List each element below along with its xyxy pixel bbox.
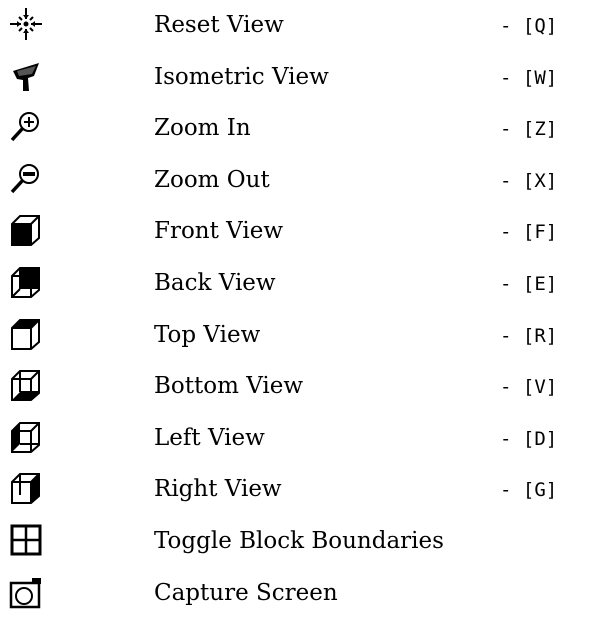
command-label: Front View xyxy=(154,218,284,245)
command-label: Left View xyxy=(154,424,265,451)
command-shortcut: - [R] xyxy=(500,324,558,347)
zoom-out-icon[interactable] xyxy=(8,161,44,197)
command-row-right-view[interactable]: Right View - [G] xyxy=(0,464,602,516)
command-shortcut: - [X] xyxy=(500,169,558,192)
command-shortcut: - [Q] xyxy=(500,15,558,37)
command-label: Isometric View xyxy=(154,63,329,90)
command-label: Back View xyxy=(154,270,276,296)
command-shortcut: - [D] xyxy=(500,427,558,450)
command-label: Toggle Block Boundaries xyxy=(154,528,444,554)
command-label: Zoom In xyxy=(154,115,251,142)
command-row-front-view[interactable]: Front View - [F] xyxy=(0,206,602,258)
command-label: Bottom View xyxy=(154,373,304,400)
command-label: Top View xyxy=(154,321,261,348)
block-boundaries-icon[interactable] xyxy=(8,522,44,558)
command-shortcut: - [W] xyxy=(500,66,558,89)
top-view-icon[interactable] xyxy=(8,316,44,352)
isometric-view-icon[interactable] xyxy=(8,58,44,94)
left-view-icon[interactable] xyxy=(8,419,44,455)
command-row-capture-screen[interactable]: Capture Screen xyxy=(0,568,602,619)
bottom-view-icon[interactable] xyxy=(8,367,44,403)
command-row-bottom-view[interactable]: Bottom View - [V] xyxy=(0,361,602,413)
command-label: Zoom Out xyxy=(154,166,270,193)
capture-screen-icon[interactable] xyxy=(8,574,44,610)
command-row-toggle-block-boundaries[interactable]: Toggle Block Boundaries xyxy=(0,516,602,568)
command-label: Reset View xyxy=(154,12,284,38)
zoom-in-icon[interactable] xyxy=(8,109,44,145)
front-view-icon[interactable] xyxy=(8,212,44,248)
command-shortcut: - [E] xyxy=(500,273,558,295)
command-shortcut: - [F] xyxy=(500,221,558,244)
command-label: Capture Screen xyxy=(154,579,338,606)
command-row-reset-view[interactable]: Reset View - [Q] xyxy=(0,0,602,52)
back-view-icon[interactable] xyxy=(8,264,44,300)
command-row-zoom-in[interactable]: Zoom In - [Z] xyxy=(0,103,602,155)
command-row-left-view[interactable]: Left View - [D] xyxy=(0,413,602,465)
command-row-back-view[interactable]: Back View - [E] xyxy=(0,258,602,310)
command-label: Right View xyxy=(154,476,282,503)
command-row-top-view[interactable]: Top View - [R] xyxy=(0,310,602,362)
command-row-zoom-out[interactable]: Zoom Out - [X] xyxy=(0,155,602,207)
command-row-isometric-view[interactable]: Isometric View - [W] xyxy=(0,52,602,104)
right-view-icon[interactable] xyxy=(8,470,44,506)
command-shortcut: - [V] xyxy=(500,376,558,399)
command-shortcut: - [Z] xyxy=(500,118,558,141)
command-shortcut: - [G] xyxy=(500,479,558,502)
reset-view-icon[interactable] xyxy=(8,6,44,42)
